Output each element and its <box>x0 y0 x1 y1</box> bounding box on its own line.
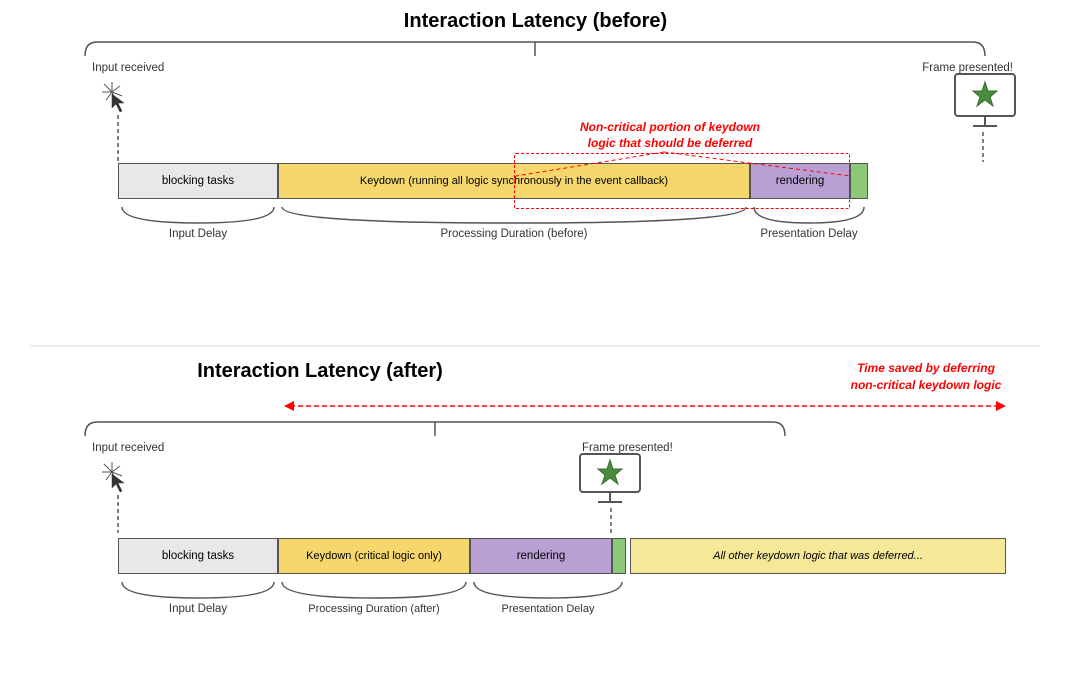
input-dashed-line <box>117 115 119 163</box>
top-spanning-brace <box>75 38 995 60</box>
input-received-label: Input received <box>92 62 164 74</box>
red-label-text: Non-critical portion of keydown logic th… <box>580 120 760 150</box>
input-dashed-line-bottom <box>117 495 119 533</box>
blocking-tasks-bottom: blocking tasks <box>118 538 278 574</box>
presentation-delay-brace-bottom <box>470 578 626 606</box>
input-delay-brace-bottom <box>118 578 278 606</box>
input-received-label-bottom: Input received <box>92 442 164 454</box>
presentation-delay-label-bottom: Presentation Delay <box>470 603 626 615</box>
bottom-spanning-brace <box>75 418 795 440</box>
presentation-delay-brace-top <box>750 203 868 231</box>
rendering-bottom: rendering <box>470 538 612 574</box>
processing-duration-brace-bottom <box>278 578 470 606</box>
input-delay-brace-top <box>118 203 278 231</box>
monitor-icon-bottom <box>576 452 644 508</box>
monitor-icon-top <box>951 72 1019 132</box>
processing-duration-label-bottom: Processing Duration (after) <box>278 603 470 615</box>
time-saved-text: Time saved by deferring non-critical key… <box>851 361 1002 392</box>
processing-duration-label-top: Processing Duration (before) <box>278 228 750 240</box>
green-end-strip-bottom <box>612 538 626 574</box>
deferred-block: All other keydown logic that was deferre… <box>630 538 1006 574</box>
blocking-tasks-top: blocking tasks <box>118 163 278 199</box>
bottom-title: Interaction Latency (after) <box>30 360 610 383</box>
time-saved-label: Time saved by deferring non-critical key… <box>821 360 1031 394</box>
input-starburst-icon-bottom <box>98 458 138 498</box>
input-starburst-icon <box>98 78 138 118</box>
bottom-diagram: Interaction Latency (after) Time saved b… <box>30 360 1041 670</box>
input-delay-label-bottom: Input Delay <box>118 603 278 615</box>
top-diagram: Interaction Latency (before) Input recei… <box>30 10 1041 320</box>
frame-dashed-line-bottom <box>610 508 612 536</box>
divider-line <box>30 345 1040 347</box>
green-end-strip-top <box>850 163 868 199</box>
dashed-red-box-top <box>514 153 850 209</box>
red-label-top: Non-critical portion of keydown logic th… <box>520 120 820 151</box>
processing-duration-brace-top <box>278 203 750 231</box>
frame-dashed-line-top <box>982 132 984 162</box>
presentation-delay-label-top: Presentation Delay <box>750 228 868 240</box>
input-delay-label-top: Input Delay <box>118 228 278 240</box>
top-title: Interaction Latency (before) <box>30 10 1041 33</box>
time-saved-arrow <box>280 395 1010 417</box>
keydown-bottom: Keydown (critical logic only) <box>278 538 470 574</box>
